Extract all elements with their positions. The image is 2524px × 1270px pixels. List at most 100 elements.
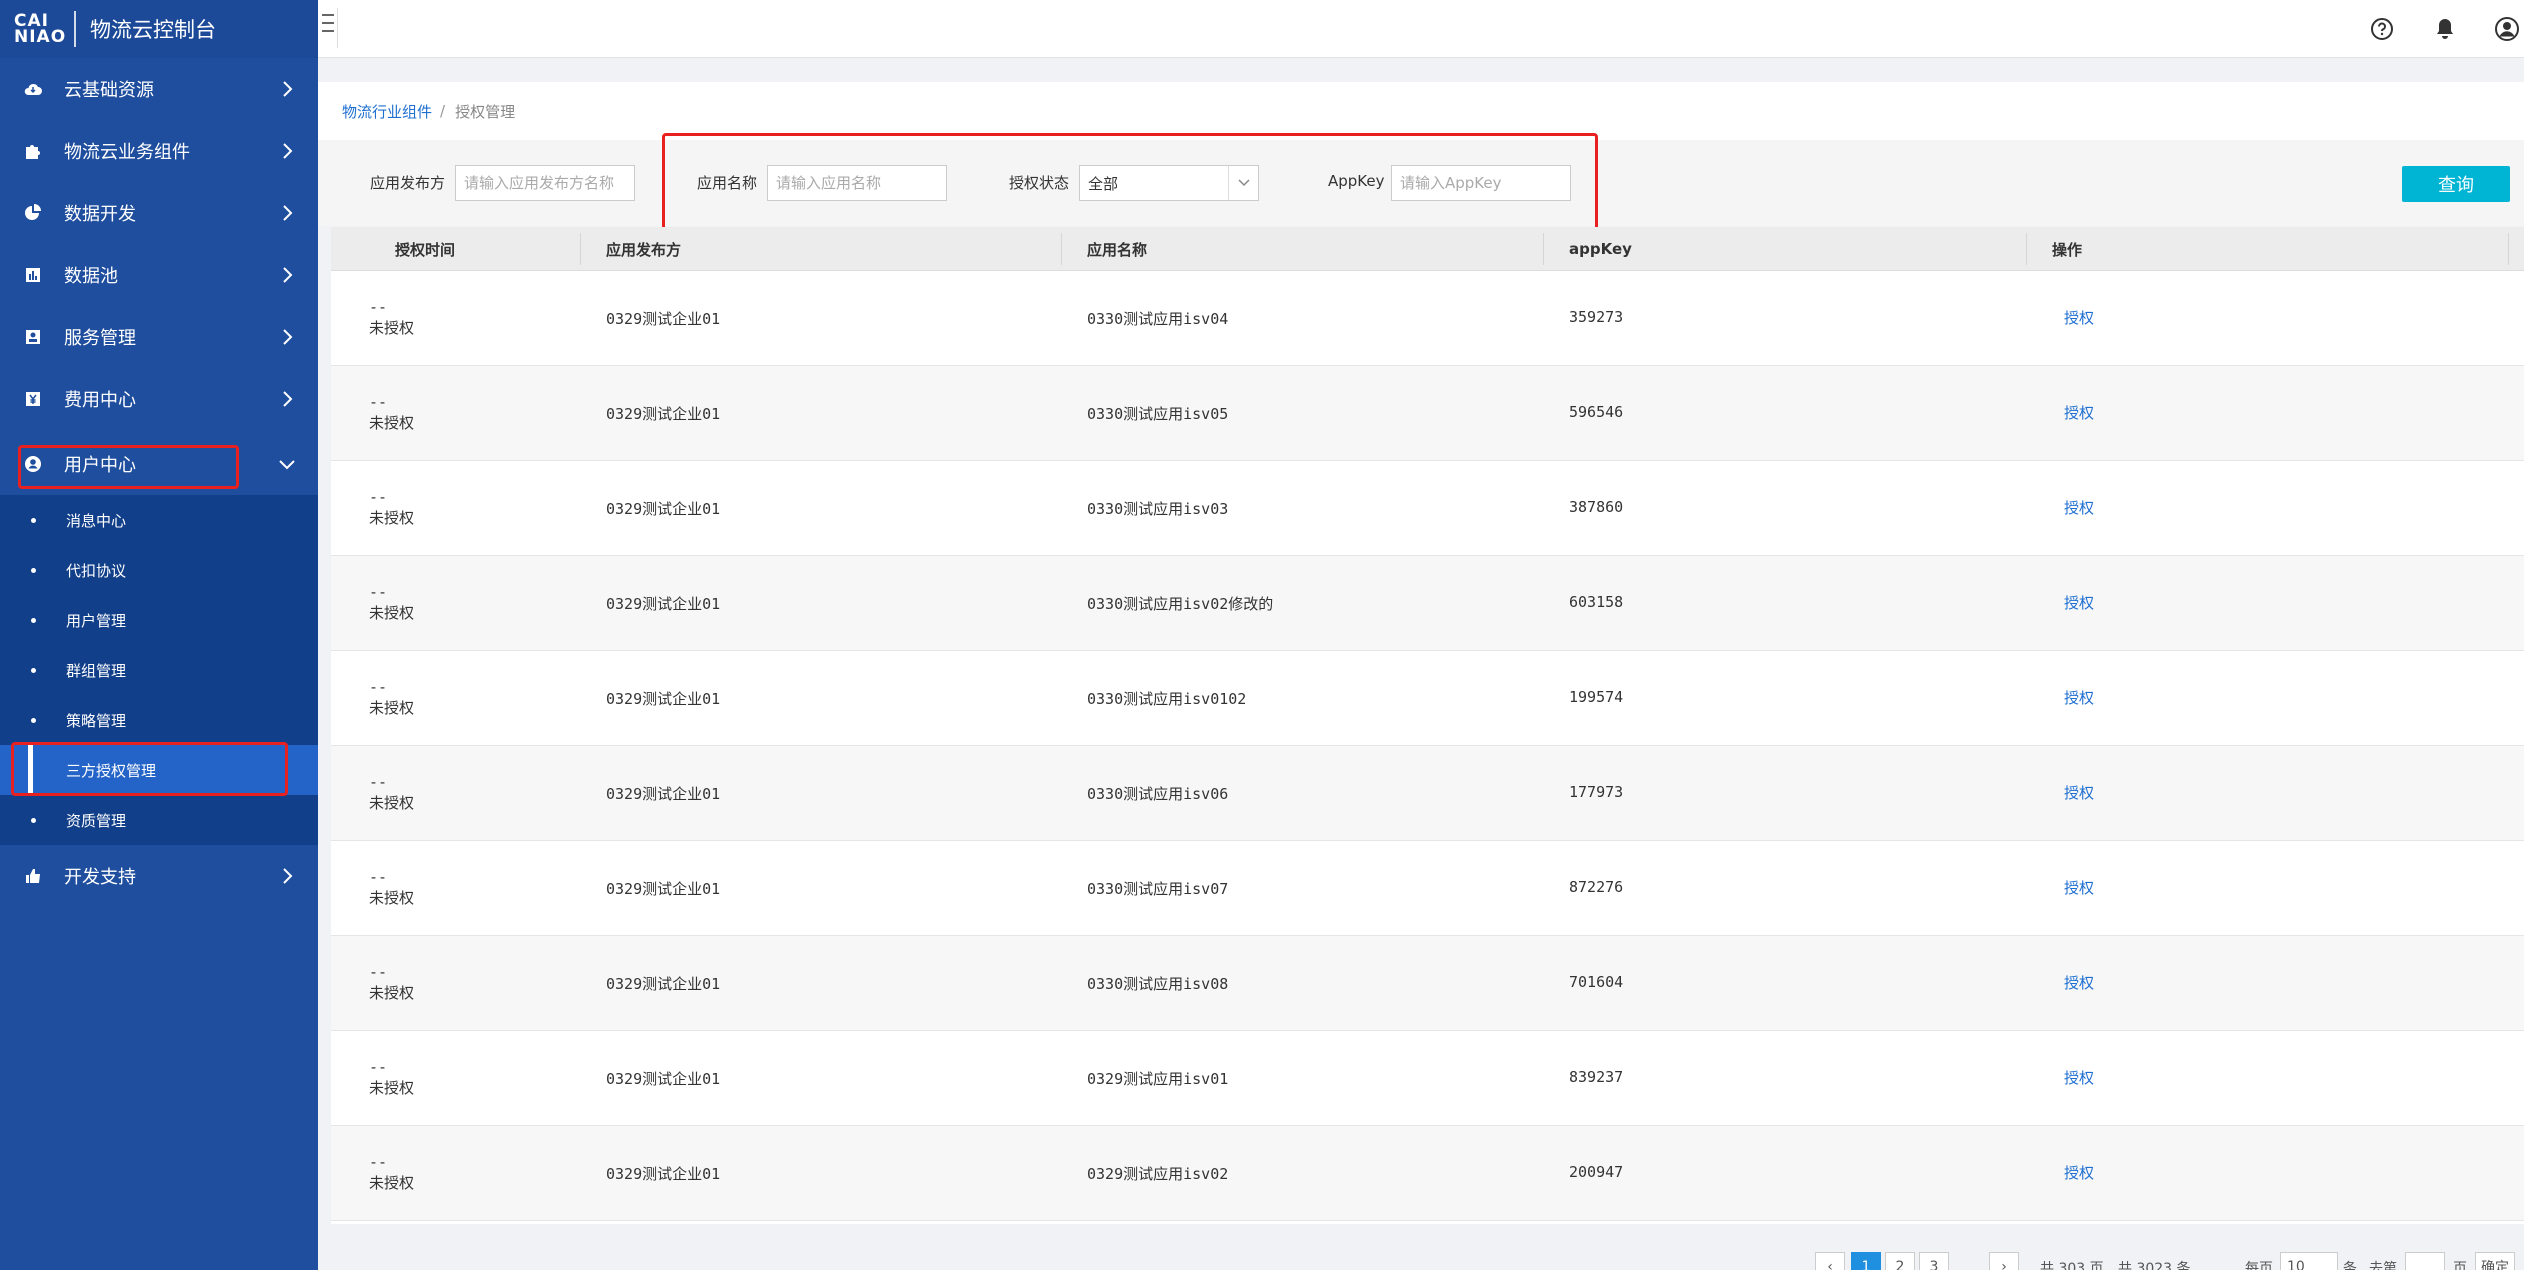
auth-time-cell: -- 未授权 xyxy=(369,582,414,624)
authorize-link[interactable]: 授权 xyxy=(2064,782,2094,803)
authorize-link[interactable]: 授权 xyxy=(2064,877,2094,898)
submenu-group-management[interactable]: 群组管理 xyxy=(0,645,318,695)
sidebar-toggle-icon[interactable] xyxy=(320,8,338,48)
menu-business-components[interactable]: 物流云业务组件 xyxy=(0,120,318,182)
bell-icon[interactable] xyxy=(2428,12,2462,46)
menu-billing-center[interactable]: 费用中心 xyxy=(0,368,318,430)
submenu-policy-management[interactable]: 策略管理 xyxy=(0,695,318,745)
menu-user-center[interactable]: 用户中心 xyxy=(0,433,318,495)
menu-label: 数据池 xyxy=(64,266,118,287)
bullet-icon xyxy=(31,617,36,623)
pagination: ‹ 1 2 3 › 共 303 页 共 3023 条 每页 条 去第 页 10 确定 xyxy=(1815,1252,2515,1270)
submenu-label: 用户管理 xyxy=(66,611,127,630)
table-row: -- 未授权 0329测试企业01 0329测试应用isv01 839237 授权 xyxy=(331,1031,2524,1126)
appkey-cell: 177973 xyxy=(1569,783,1624,801)
next-page-button[interactable]: › xyxy=(1989,1252,2019,1270)
appkey-cell: 387860 xyxy=(1569,498,1624,516)
menu-service-management[interactable]: 服务管理 xyxy=(0,306,318,368)
authorize-link[interactable]: 授权 xyxy=(2064,687,2094,708)
page-2-button[interactable]: 2 xyxy=(1885,1252,1915,1270)
bar-chart-icon xyxy=(22,264,44,286)
cainiao-logo[interactable]: CAI NIAO xyxy=(14,13,65,46)
authorize-link[interactable]: 授权 xyxy=(2064,1162,2094,1183)
auth-status-text: 未授权 xyxy=(369,319,415,337)
auth-status-text: 未授权 xyxy=(369,1079,415,1097)
per-page-select[interactable]: 10 xyxy=(2280,1252,2338,1270)
query-button[interactable]: 查询 xyxy=(2402,166,2510,202)
goto-page-input[interactable] xyxy=(2405,1252,2445,1270)
user-avatar-icon[interactable] xyxy=(2490,12,2524,46)
bullet-icon xyxy=(31,517,36,523)
auth-time-value: -- xyxy=(369,298,388,316)
publisher-cell: 0329测试企业01 xyxy=(606,405,721,423)
appkey-cell: 200947 xyxy=(1569,1163,1624,1181)
publisher-cell: 0329测试企业01 xyxy=(606,975,721,993)
publisher-cell: 0329测试企业01 xyxy=(606,1070,721,1088)
menu-label: 物流云业务组件 xyxy=(64,142,190,163)
header-actions: 操作 xyxy=(2052,240,2083,259)
app-name-input[interactable] xyxy=(767,165,947,201)
bullet-icon xyxy=(31,667,36,673)
per-page-label: 每页 xyxy=(2245,1261,2273,1270)
thumbs-up-icon xyxy=(22,865,44,887)
auth-status-text: 未授权 xyxy=(369,699,415,717)
prev-page-button[interactable]: ‹ xyxy=(1815,1252,1845,1270)
auth-time-cell: -- 未授权 xyxy=(369,772,414,814)
total-pages-text: 共 303 页 xyxy=(2040,1261,2104,1270)
menu-dev-support[interactable]: 开发支持 xyxy=(0,845,318,907)
yen-icon xyxy=(22,388,44,410)
page-3-button[interactable]: 3 xyxy=(1919,1252,1949,1270)
submenu-deduction-agreement[interactable]: 代扣协议 xyxy=(0,545,318,595)
cloud-icon xyxy=(22,78,44,100)
top-header xyxy=(318,0,2524,58)
menu-label: 用户中心 xyxy=(64,455,136,476)
goto-confirm-button[interactable]: 确定 xyxy=(2475,1252,2515,1270)
menu-label: 数据开发 xyxy=(64,204,136,225)
goto-label: 去第 xyxy=(2369,1261,2397,1270)
menu-cloud-resources[interactable]: 云基础资源 xyxy=(0,58,318,120)
submenu-qualification-management[interactable]: 资质管理 xyxy=(0,795,318,845)
chevron-down-icon xyxy=(279,460,295,470)
auth-status-text: 未授权 xyxy=(369,794,415,812)
menu-data-pool[interactable]: 数据池 xyxy=(0,244,318,306)
header-appkey: appKey xyxy=(1569,240,1632,258)
publisher-cell: 0329测试企业01 xyxy=(606,690,721,708)
authorize-link[interactable]: 授权 xyxy=(2064,1067,2094,1088)
auth-time-value: -- xyxy=(369,963,388,981)
table-row: -- 未授权 0329测试企业01 0330测试应用isv03 387860 授权 xyxy=(331,461,2524,556)
app-name-cell: 0330测试应用isv04 xyxy=(1087,310,1229,328)
help-icon[interactable] xyxy=(2365,12,2399,46)
authorize-link[interactable]: 授权 xyxy=(2064,497,2094,518)
submenu-third-party-auth[interactable]: 三方授权管理 xyxy=(0,745,318,795)
chevron-right-icon xyxy=(283,81,293,97)
auth-status-select[interactable]: 全部 xyxy=(1079,165,1259,201)
auth-time-value: -- xyxy=(369,678,388,696)
submenu-user-management[interactable]: 用户管理 xyxy=(0,595,318,645)
per-page-unit: 条 xyxy=(2343,1261,2357,1270)
sidebar-header: CAI NIAO 物流云控制台 xyxy=(0,0,318,58)
page-1-button[interactable]: 1 xyxy=(1851,1252,1881,1270)
app-name-cell: 0329测试应用isv01 xyxy=(1087,1070,1229,1088)
logo-divider xyxy=(74,11,76,47)
bullet-icon xyxy=(31,567,36,573)
bullet-icon xyxy=(31,717,36,723)
appkey-input[interactable] xyxy=(1391,165,1571,201)
breadcrumb-parent-link[interactable]: 物流行业组件 xyxy=(342,101,432,122)
chevron-right-icon xyxy=(283,329,293,345)
authorize-link[interactable]: 授权 xyxy=(2064,307,2094,328)
publisher-input[interactable] xyxy=(455,165,635,201)
app-name-cell: 0330测试应用isv06 xyxy=(1087,785,1229,803)
submenu-message-center[interactable]: 消息中心 xyxy=(0,495,318,545)
authorize-link[interactable]: 授权 xyxy=(2064,592,2094,613)
publisher-cell: 0329测试企业01 xyxy=(606,310,721,328)
app-name-cell: 0330测试应用isv07 xyxy=(1087,880,1229,898)
authorize-link[interactable]: 授权 xyxy=(2064,972,2094,993)
submenu-label: 群组管理 xyxy=(66,661,127,680)
auth-status-text: 未授权 xyxy=(369,984,415,1002)
auth-time-cell: -- 未授权 xyxy=(369,487,414,529)
menu-data-development[interactable]: 数据开发 xyxy=(0,182,318,244)
authorize-link[interactable]: 授权 xyxy=(2064,402,2094,423)
table-row: -- 未授权 0329测试企业01 0330测试应用isv04 359273 授权 xyxy=(331,271,2524,366)
auth-time-value: -- xyxy=(369,1058,388,1076)
sidebar: CAI NIAO 物流云控制台 云基础资源 物流云业务组件 数据开发 数据池 服务… xyxy=(0,0,318,1270)
